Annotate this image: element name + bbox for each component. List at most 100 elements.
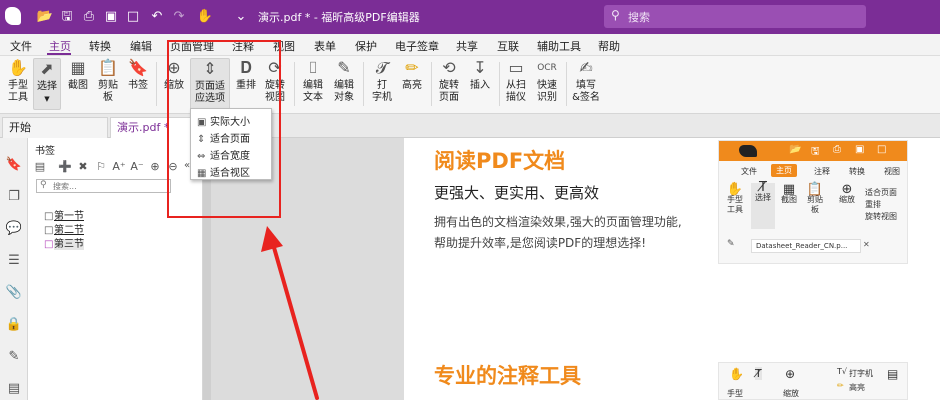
insert-button[interactable]: ↧ 插入: [466, 58, 494, 92]
inset-tool: ✋ 手型 工具: [723, 183, 747, 215]
inset-tool: T̸ 选择: [751, 180, 775, 229]
divider: [294, 62, 295, 106]
menu-edit[interactable]: 编辑: [130, 38, 152, 54]
edit-text-button[interactable]: ⌷ 编辑 文本: [299, 58, 327, 104]
security-panel-icon[interactable]: 🔒: [5, 316, 23, 334]
hand-icon[interactable]: ✋: [196, 8, 214, 26]
attachments-panel-icon[interactable]: 📎: [5, 284, 23, 302]
inset-tool: 📋 剪贴 板: [803, 183, 827, 215]
zoom-in-icon: ⊕: [841, 182, 853, 197]
typewriter-icon: T√: [837, 367, 847, 376]
document-heading: 阅读PDF文档: [434, 149, 566, 173]
bookmark-options-icon[interactable]: ▤: [33, 160, 47, 174]
inset-side-label: 适合页面: [865, 188, 897, 197]
rotate-page-button[interactable]: ⟲ 旋转 页面: [434, 58, 464, 104]
screen-icon[interactable]: □: [124, 8, 142, 26]
hand-icon: ✋: [729, 367, 744, 381]
font-increase-icon[interactable]: A⁺: [112, 160, 126, 174]
typewriter-button[interactable]: 𝓣 打 字机: [368, 58, 396, 104]
menu-home[interactable]: 主页: [49, 38, 71, 54]
image-icon: ▦: [782, 182, 796, 197]
bookmark-search-input[interactable]: ⚲ 搜索...: [36, 179, 171, 193]
image-icon: ▦: [70, 58, 86, 77]
edit-text-icon: ⌷: [308, 58, 318, 77]
hand-tool-button[interactable]: ✋ 手型 工具: [4, 58, 32, 104]
clipboard-button[interactable]: 📋 剪贴 板: [94, 58, 122, 104]
typewriter-icon: 𝓣: [375, 58, 389, 77]
fill-sign-label: 填写 &签名: [572, 80, 600, 103]
window-title: 演示.pdf * - 福昕高级PDF编辑器: [258, 11, 420, 24]
bookmark-item[interactable]: □第三节: [44, 235, 84, 250]
search-icon: ⚲: [611, 8, 620, 22]
bookmark-panel-icon[interactable]: 🔖: [5, 156, 23, 174]
bookmark-label: 书签: [128, 80, 148, 91]
document-heading-2: 专业的注释工具: [434, 364, 581, 388]
save-icon[interactable]: 🖫: [58, 8, 76, 26]
delete-bookmark-icon[interactable]: ✖: [76, 160, 90, 174]
menu-form[interactable]: 表单: [314, 38, 336, 54]
ribbon-toolbar: ✋ 手型 工具 ⬈ 选择 ▼ ▦ 截图 📋 剪贴 板 🔖 书签 ⊕ 缩放 ⇕ 页…: [0, 56, 940, 114]
undo-icon[interactable]: ↶: [148, 8, 166, 26]
scanner-label: 从扫 描仪: [506, 80, 526, 103]
menu-convert[interactable]: 转换: [89, 38, 111, 54]
add-bookmark-icon[interactable]: ➕: [58, 160, 72, 174]
paragraph-line: 帮助提升效率,是您阅读PDF的理想选择!: [434, 236, 647, 250]
bookmark-icon: 🔖: [128, 58, 148, 77]
highlight-button[interactable]: ✏ 高亮: [398, 58, 426, 92]
clipboard-icon: 📋: [98, 58, 118, 77]
inset2-label: 手型: [727, 389, 743, 398]
quick-ocr-button[interactable]: OCR 快速 识别: [533, 58, 561, 104]
bookmark-item[interactable]: □第二节: [44, 221, 84, 236]
search-input[interactable]: ⚲ 搜索: [604, 5, 866, 28]
chevron-down-icon: ▼: [44, 95, 50, 103]
layers-panel-icon[interactable]: ☰: [5, 252, 23, 270]
divider: [156, 62, 157, 106]
scanner-button[interactable]: ▭ 从扫 描仪: [502, 58, 530, 104]
text-select-icon: T̸: [755, 367, 762, 380]
bookmark-item-label: 第三节: [54, 239, 84, 250]
font-decrease-icon[interactable]: A⁻: [130, 160, 144, 174]
pages-panel-icon[interactable]: ❐: [5, 188, 23, 206]
expand-all-icon[interactable]: ⊕: [148, 160, 162, 174]
divider: [499, 62, 500, 106]
document-tabs: 开始 演示.pdf *: [0, 114, 940, 138]
dropdown-icon[interactable]: ⌄: [232, 8, 250, 26]
menu-connect[interactable]: 互联: [497, 38, 519, 54]
fill-sign-button[interactable]: ✍ 填写 &签名: [570, 58, 602, 104]
tab-start[interactable]: 开始: [2, 117, 108, 138]
document-panel-icon[interactable]: ▤: [5, 380, 23, 398]
annotation-highlight-box: [167, 40, 281, 218]
signature-panel-icon[interactable]: ✎: [5, 348, 23, 366]
menu-protect[interactable]: 保护: [355, 38, 377, 54]
edit-object-button[interactable]: ✎ 编辑 对象: [329, 58, 359, 104]
insert-label: 插入: [470, 80, 490, 91]
bookmark-button[interactable]: 🔖 书签: [124, 58, 152, 92]
scanner-icon: ▭: [508, 58, 524, 77]
menu-bar: 文件 主页 转换 编辑 页面管理 注释 视图 表单 保护 电子签章 共享 互联 …: [0, 34, 940, 56]
open-icon: 📂: [789, 144, 802, 155]
inset-tab: Datasheet_Reader_CN.p...: [751, 239, 861, 253]
print-icon[interactable]: ⎙: [80, 8, 98, 26]
inset-screenshot-2: ✋ 手型 T̸ ⊕ 缩放 T√ 打字机 ✏ 高亮 ▤: [718, 362, 908, 400]
menu-file[interactable]: 文件: [10, 38, 32, 54]
text-select-icon: T̸: [759, 180, 767, 195]
menu-accessibility[interactable]: 辅助工具: [537, 38, 581, 54]
menu-help[interactable]: 帮助: [598, 38, 620, 54]
comments-panel-icon[interactable]: 💬: [5, 220, 23, 238]
bookmark-panel-title: 书签: [35, 146, 55, 157]
menu-esign[interactable]: 电子签章: [395, 38, 439, 54]
bookmark-item[interactable]: □第一节: [44, 207, 84, 222]
print-icon: ⎙: [833, 144, 841, 155]
open-icon[interactable]: 📂: [36, 8, 54, 26]
redo-icon[interactable]: ↷: [170, 8, 188, 26]
menu-share[interactable]: 共享: [456, 38, 478, 54]
active-menu-indicator: [47, 53, 71, 55]
document-paragraph: 拥有出色的文档渲染效果,强大的页面管理功能, 帮助提升效率,是您阅读PDF的理想…: [434, 212, 682, 254]
inset-tool-label: 截图: [781, 195, 797, 204]
select-tool-button[interactable]: ⬈ 选择 ▼: [33, 58, 61, 110]
window-icon[interactable]: ▣: [102, 8, 120, 26]
screenshot-button[interactable]: ▦ 截图: [64, 58, 92, 92]
ocr-icon: OCR: [537, 63, 557, 73]
search-placeholder: 搜索: [628, 11, 650, 24]
bookmark-flag-icon[interactable]: ⚐: [94, 160, 108, 174]
